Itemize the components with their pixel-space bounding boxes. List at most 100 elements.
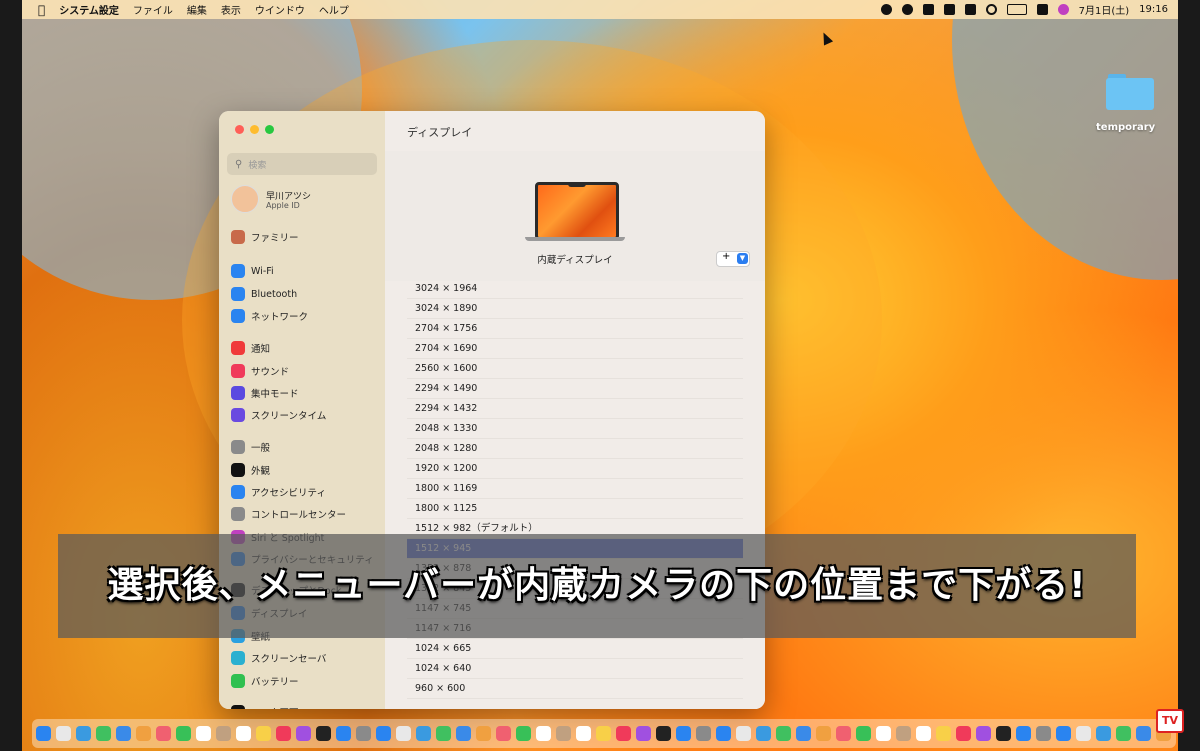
app-icon[interactable] [676, 726, 691, 741]
siri-icon[interactable] [1057, 4, 1069, 15]
app-icon[interactable] [916, 726, 931, 741]
menu-view[interactable]: 表示 [221, 2, 241, 17]
app-icon[interactable] [1036, 726, 1051, 741]
app-icon[interactable] [1116, 726, 1131, 741]
sidebar-item[interactable]: 一般 [231, 439, 270, 455]
menu-edit[interactable]: 編集 [187, 2, 207, 17]
sidebar-item[interactable]: ネットワーク [231, 308, 308, 324]
finder-icon[interactable] [36, 726, 51, 741]
music-icon[interactable] [276, 726, 291, 741]
resolution-option[interactable]: 960 × 600 [407, 679, 743, 699]
menu-help[interactable]: ヘルプ [319, 2, 349, 17]
close-button[interactable] [235, 125, 244, 134]
launchpad-icon[interactable] [56, 726, 71, 741]
app-status-icon[interactable] [943, 4, 955, 15]
appstore-icon[interactable] [336, 726, 351, 741]
app-icon[interactable] [556, 726, 571, 741]
contacts-icon[interactable] [216, 726, 231, 741]
add-display-button[interactable]: + ▼ [716, 251, 750, 267]
app-icon[interactable] [736, 726, 751, 741]
app-icon[interactable] [896, 726, 911, 741]
app-icon[interactable] [416, 726, 431, 741]
app-icon[interactable] [536, 726, 551, 741]
sidebar-item[interactable]: スクリーンセーバ [231, 650, 326, 666]
app-icon[interactable] [876, 726, 891, 741]
sidebar-item[interactable]: サウンド [231, 363, 289, 379]
app-icon[interactable] [476, 726, 491, 741]
maps-icon[interactable] [136, 726, 151, 741]
sidebar-item[interactable]: Bluetooth [231, 286, 297, 302]
app-icon[interactable] [596, 726, 611, 741]
messages-icon[interactable] [96, 726, 111, 741]
app-icon[interactable] [816, 726, 831, 741]
reminders-icon[interactable] [236, 726, 251, 741]
safari-icon[interactable] [76, 726, 91, 741]
app-icon[interactable] [716, 726, 731, 741]
menu-file[interactable]: ファイル [133, 2, 173, 17]
app-icon[interactable] [1016, 726, 1031, 741]
resolution-option[interactable]: 1024 × 665 [407, 639, 743, 659]
resolution-option[interactable]: 3024 × 1964 [407, 279, 743, 299]
input-method-icon[interactable] [964, 4, 976, 15]
search-icon[interactable] [985, 4, 997, 15]
sidebar-item[interactable]: 外観 [231, 462, 270, 478]
sidebar-item[interactable]: Wi-Fi [231, 263, 274, 279]
resolution-option[interactable]: 2048 × 1280 [407, 439, 743, 459]
notes-icon[interactable] [256, 726, 271, 741]
app-icon[interactable] [1096, 726, 1111, 741]
app-icon[interactable] [456, 726, 471, 741]
app-icon[interactable] [516, 726, 531, 741]
sidebar-item[interactable]: ファミリー [231, 229, 299, 245]
resolution-option[interactable]: 1800 × 1125 [407, 499, 743, 519]
resolution-option[interactable]: 2294 × 1490 [407, 379, 743, 399]
sidebar-item[interactable]: バッテリー [231, 673, 299, 689]
menu-time[interactable]: 19:16 [1139, 4, 1168, 15]
menu-date[interactable]: 7月1日(土) [1079, 2, 1130, 17]
resolution-option[interactable]: 2704 × 1756 [407, 319, 743, 339]
sidebar-item[interactable]: ロック画面 [231, 704, 299, 709]
dropbox-icon[interactable] [922, 4, 934, 15]
app-icon[interactable] [836, 726, 851, 741]
apple-icon[interactable]:  [38, 3, 45, 17]
app-icon[interactable] [856, 726, 871, 741]
app-icon[interactable] [976, 726, 991, 741]
sidebar-item[interactable]: スクリーンタイム [231, 407, 326, 423]
sidebar-item[interactable]: アクセシビリティ [231, 484, 326, 500]
resolution-option[interactable]: 2704 × 1690 [407, 339, 743, 359]
app-icon[interactable] [956, 726, 971, 741]
cloud-icon[interactable] [901, 4, 913, 15]
resolution-option[interactable]: 2048 × 1330 [407, 419, 743, 439]
app-icon[interactable] [996, 726, 1011, 741]
folder-label[interactable]: temporary [1096, 122, 1155, 133]
app-icon[interactable] [936, 726, 951, 741]
app-icon[interactable] [496, 726, 511, 741]
app-icon[interactable] [616, 726, 631, 741]
app-icon[interactable] [1076, 726, 1091, 741]
settings-icon[interactable] [356, 726, 371, 741]
podcasts-icon[interactable] [296, 726, 311, 741]
calendar-icon[interactable] [196, 726, 211, 741]
resolution-option[interactable]: 3024 × 1890 [407, 299, 743, 319]
tv-icon[interactable] [316, 726, 331, 741]
resolution-option[interactable]: 1800 × 1169 [407, 479, 743, 499]
app-icon[interactable] [436, 726, 451, 741]
facetime-icon[interactable] [176, 726, 191, 741]
app-icon[interactable] [376, 726, 391, 741]
app-icon[interactable] [1136, 726, 1151, 741]
photos-icon[interactable] [156, 726, 171, 741]
mail-icon[interactable] [116, 726, 131, 741]
resolution-option[interactable]: 1920 × 1200 [407, 459, 743, 479]
app-icon[interactable] [656, 726, 671, 741]
app-icon[interactable] [756, 726, 771, 741]
record-icon[interactable] [880, 4, 892, 15]
zoom-button[interactable] [265, 125, 274, 134]
app-icon[interactable] [776, 726, 791, 741]
sidebar-item[interactable]: 通知 [231, 340, 270, 356]
app-icon[interactable] [576, 726, 591, 741]
app-icon[interactable] [396, 726, 411, 741]
resolution-option[interactable]: 1024 × 640 [407, 659, 743, 679]
sidebar-item[interactable]: コントロールセンター [231, 506, 346, 522]
app-icon[interactable] [1056, 726, 1071, 741]
minimize-button[interactable] [250, 125, 259, 134]
resolution-option[interactable]: 2560 × 1600 [407, 359, 743, 379]
